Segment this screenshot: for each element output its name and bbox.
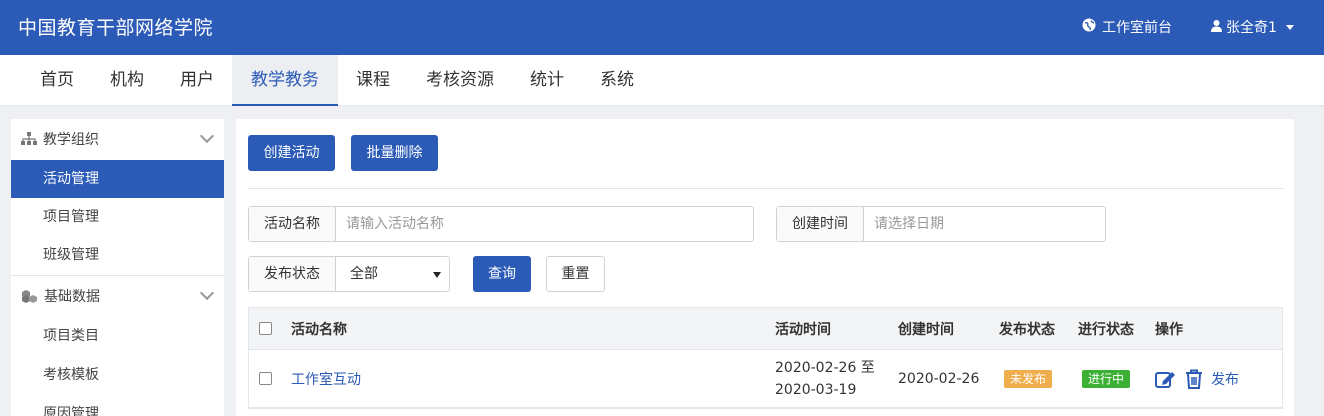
- header-progress-status: 进行状态: [1078, 321, 1134, 338]
- globe-icon: [1082, 18, 1096, 36]
- nav-assessment-resources[interactable]: 考核资源: [408, 55, 512, 106]
- batch-delete-button[interactable]: 批量删除: [351, 135, 438, 171]
- top-header: 中国教育干部网络学院 工作室前台 张全奇1: [0, 0, 1324, 55]
- created-time-filter: 创建时间: [776, 206, 1106, 242]
- nav-teaching-affairs[interactable]: 教学教务: [232, 55, 338, 106]
- user-icon: [1210, 19, 1223, 36]
- activity-table: 活动名称 活动时间 创建时间 发布状态 进行状态 操作 工作室互动 2020-0…: [248, 307, 1283, 409]
- sidebar-item-assessment-template[interactable]: 考核模板: [11, 356, 224, 394]
- status-badge-unpublished: 未发布: [1004, 369, 1053, 388]
- table-header: 活动名称 活动时间 创建时间 发布状态 进行状态 操作: [249, 308, 1282, 350]
- header-actions: 操作: [1155, 321, 1183, 338]
- header-publish-status: 发布状态: [999, 321, 1055, 338]
- caret-down-icon: [433, 272, 441, 278]
- sidebar: 教学组织 活动管理 项目管理 班级管理 基础数据 项目类目 考核模板 原因管理: [11, 119, 224, 416]
- created-time-input[interactable]: [864, 207, 1105, 241]
- sidebar-item-reason-management[interactable]: 原因管理: [11, 395, 224, 416]
- query-button[interactable]: 查询: [473, 256, 531, 292]
- chevron-down-icon: [199, 128, 215, 144]
- publish-status-label: 发布状态: [249, 257, 336, 291]
- header-activity-name: 活动名称: [291, 321, 347, 338]
- chevron-down-icon: [199, 285, 215, 301]
- nav-organization[interactable]: 机构: [92, 55, 162, 106]
- toolbar-divider: [248, 188, 1283, 189]
- activity-name-input[interactable]: [336, 207, 753, 241]
- sidebar-item-class-management[interactable]: 班级管理: [11, 236, 224, 274]
- activity-time-end: 2020-03-19: [775, 381, 857, 398]
- publish-link[interactable]: 发布: [1211, 369, 1239, 389]
- sidebar-group-basic-data[interactable]: 基础数据: [11, 276, 224, 316]
- activity-name-filter: 活动名称: [248, 206, 754, 242]
- created-time-label: 创建时间: [777, 207, 864, 241]
- created-time-cell: 2020-02-26: [898, 370, 980, 387]
- sidebar-group-teaching-org[interactable]: 教学组织: [11, 119, 224, 159]
- sidebar-item-project-management[interactable]: 项目管理: [11, 198, 224, 236]
- select-all-checkbox[interactable]: [259, 322, 272, 335]
- edit-icon[interactable]: [1155, 369, 1177, 389]
- user-name: 张全奇1: [1226, 20, 1277, 36]
- header-activity-time: 活动时间: [775, 321, 831, 338]
- header-created-time: 创建时间: [898, 321, 954, 338]
- trash-icon[interactable]: [1185, 369, 1203, 389]
- activity-time-cell: 2020-02-26 至 2020-03-19: [775, 350, 875, 407]
- activity-name-label: 活动名称: [249, 207, 336, 241]
- row-actions: 发布: [1155, 350, 1239, 407]
- sidebar-item-activity-management[interactable]: 活动管理: [11, 160, 224, 198]
- nav-system[interactable]: 系统: [582, 55, 652, 106]
- activity-name-link[interactable]: 工作室互动: [291, 369, 361, 389]
- studio-front-link[interactable]: 工作室前台: [1082, 17, 1172, 37]
- publish-status-value: 全部: [350, 266, 378, 282]
- caret-down-icon: [1285, 24, 1294, 30]
- create-activity-button[interactable]: 创建活动: [248, 135, 335, 171]
- publish-status-filter: 发布状态 全部: [248, 256, 450, 292]
- content-panel: 创建活动 批量删除 活动名称 创建时间 发布状态 全部 查询 重置 活动名称 活…: [236, 119, 1294, 416]
- reset-button[interactable]: 重置: [546, 256, 605, 292]
- main-nav: 首页 机构 用户 教学教务 课程 考核资源 统计 系统: [0, 55, 1324, 106]
- activity-time-start: 2020-02-26 至: [775, 359, 875, 376]
- nav-statistics[interactable]: 统计: [512, 55, 582, 106]
- user-menu[interactable]: 张全奇1: [1210, 17, 1294, 37]
- nav-home[interactable]: 首页: [22, 55, 92, 106]
- sidebar-group-label: 基础数据: [44, 289, 100, 305]
- brand-title: 中国教育干部网络学院: [18, 17, 214, 39]
- row-checkbox[interactable]: [259, 372, 272, 385]
- nav-courses[interactable]: 课程: [338, 55, 408, 106]
- sidebar-group-label: 教学组织: [43, 132, 99, 148]
- publish-status-select[interactable]: 全部: [336, 257, 449, 291]
- nav-users[interactable]: 用户: [162, 55, 232, 106]
- cubes-icon: [21, 289, 38, 304]
- sidebar-item-project-category[interactable]: 项目类目: [11, 317, 224, 355]
- status-badge-in-progress: 进行中: [1082, 369, 1131, 388]
- table-row: 工作室互动 2020-02-26 至 2020-03-19 2020-02-26…: [249, 350, 1282, 408]
- studio-front-label: 工作室前台: [1102, 20, 1172, 36]
- org-tree-icon: [21, 132, 37, 146]
